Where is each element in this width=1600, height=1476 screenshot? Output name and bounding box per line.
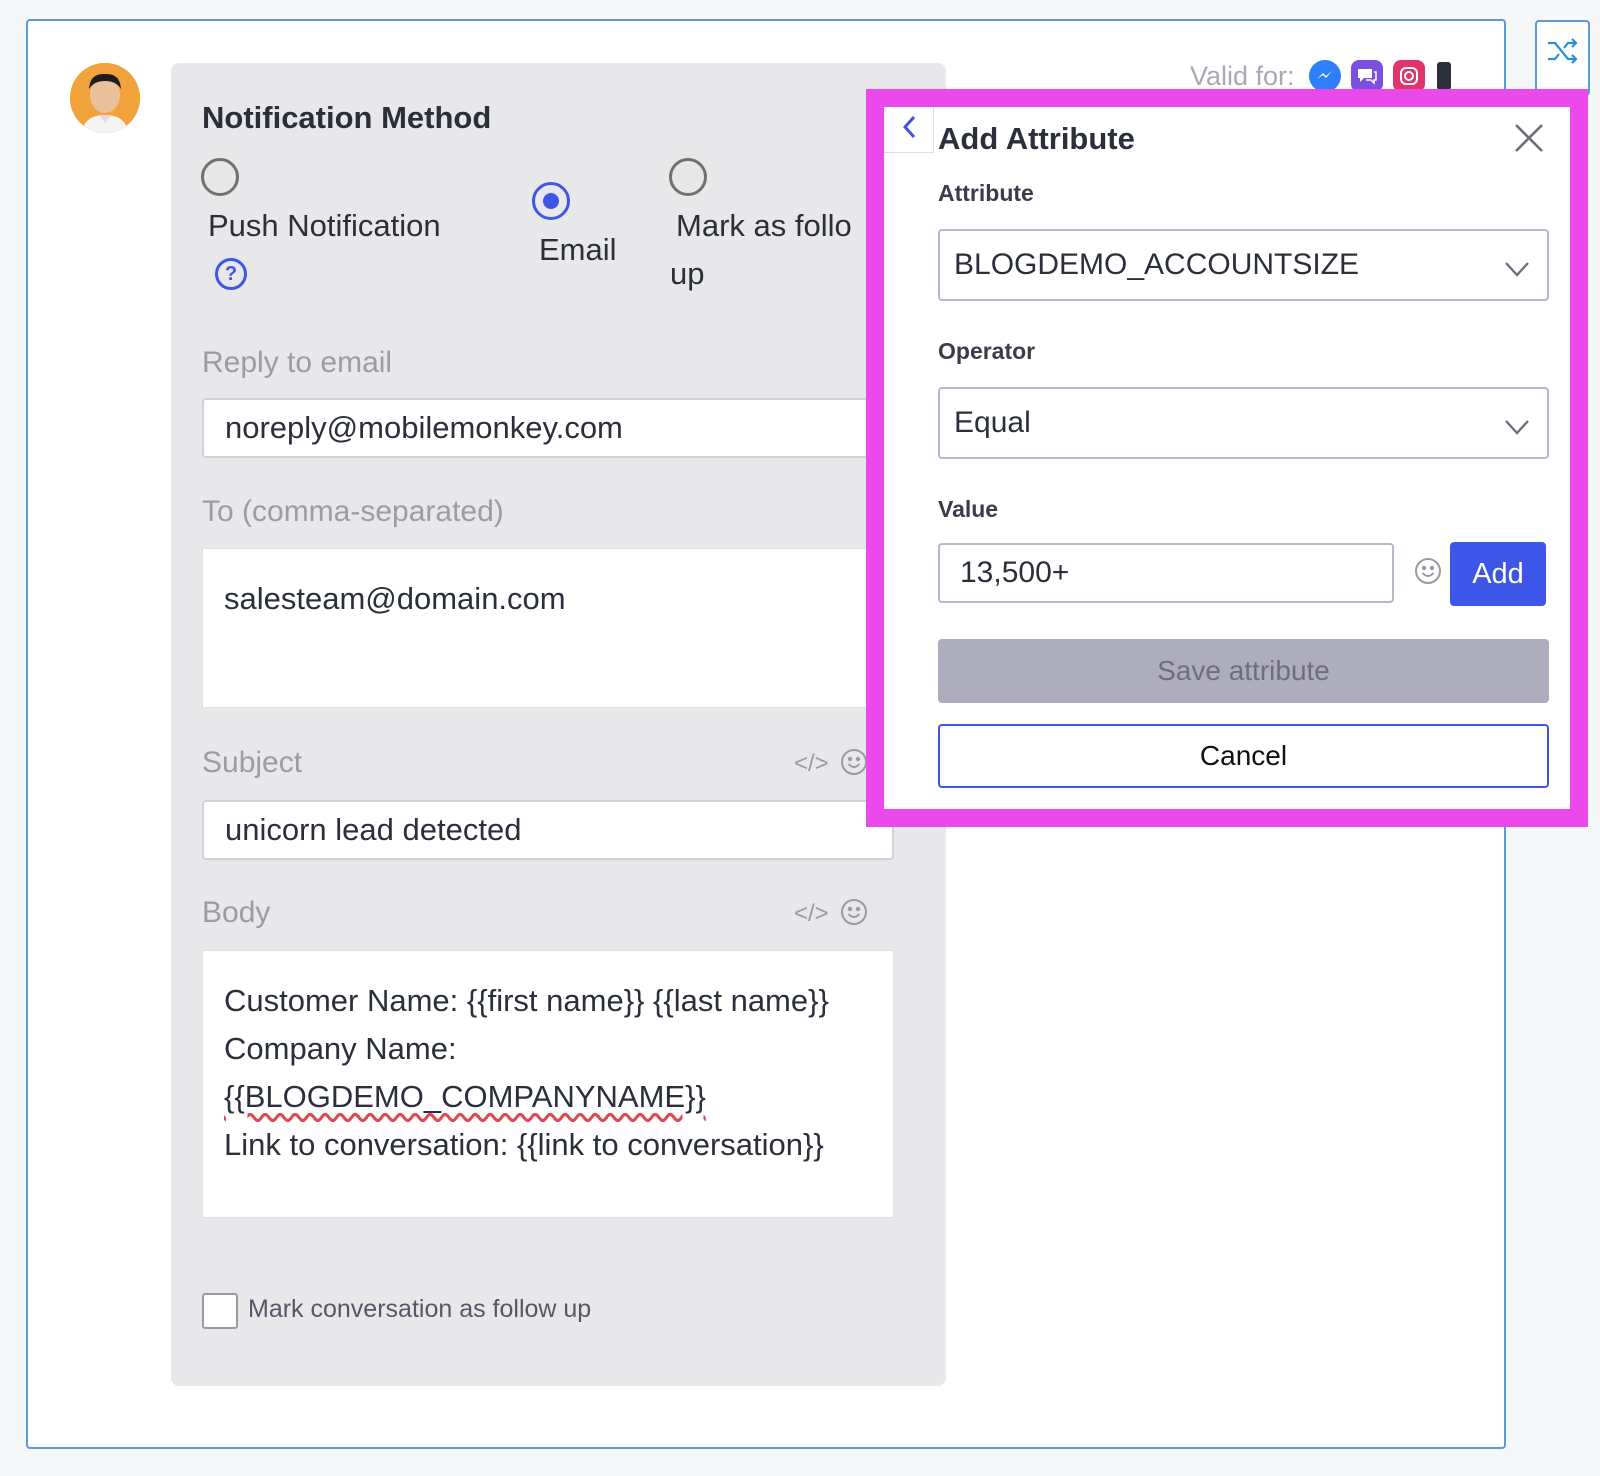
operator-value: Equal bbox=[954, 406, 1031, 439]
chevron-left-icon bbox=[901, 114, 917, 145]
help-icon[interactable]: ? bbox=[215, 258, 247, 290]
body-line: Customer Name: {{first name}} {{last nam… bbox=[224, 983, 829, 1018]
body-label: Body bbox=[202, 896, 271, 929]
chevron-down-icon bbox=[1503, 253, 1531, 287]
follow-up-checkbox[interactable] bbox=[202, 1293, 238, 1329]
messenger-icon bbox=[1308, 60, 1341, 92]
back-button[interactable] bbox=[884, 107, 934, 153]
emoji-icon[interactable] bbox=[1414, 557, 1442, 590]
code-icon[interactable]: </> bbox=[794, 900, 829, 928]
save-attribute-button[interactable]: Save attribute bbox=[938, 639, 1549, 703]
body-line: {{BLOGDEMO_COMPANYNAME}} bbox=[224, 1079, 706, 1114]
operator-select[interactable]: Equal bbox=[938, 387, 1549, 459]
subject-label: Subject bbox=[202, 746, 303, 779]
close-icon bbox=[1512, 124, 1546, 159]
follow-up-label: Mark conversation as follow up bbox=[248, 1295, 592, 1323]
radio-mark-follow-up[interactable] bbox=[669, 158, 707, 196]
emoji-icon[interactable] bbox=[840, 898, 868, 933]
push-notification-label: Push Notification bbox=[208, 208, 441, 243]
shuffle-button[interactable] bbox=[1535, 20, 1590, 96]
emoji-icon[interactable] bbox=[840, 748, 868, 783]
valid-for: Valid for: bbox=[1190, 60, 1453, 92]
radio-push-notification[interactable] bbox=[201, 158, 239, 196]
mark-follow-up-label-line1: Mark as follo bbox=[676, 208, 852, 243]
chat-icon bbox=[1350, 60, 1383, 92]
shuffle-icon bbox=[1546, 36, 1580, 71]
value-label: Value bbox=[938, 496, 999, 522]
add-button[interactable]: Add bbox=[1450, 542, 1546, 606]
valid-for-label: Valid for: bbox=[1190, 60, 1295, 91]
to-value: salesteam@domain.com bbox=[224, 581, 566, 616]
body-line: Company Name: bbox=[224, 1031, 457, 1066]
value-input[interactable]: 13,500+ bbox=[938, 543, 1394, 603]
to-textarea[interactable]: salesteam@domain.com bbox=[202, 548, 894, 708]
body-textarea[interactable]: Customer Name: {{first name}} {{last nam… bbox=[202, 950, 894, 1218]
phone-icon bbox=[1435, 60, 1453, 92]
radio-email[interactable] bbox=[532, 182, 570, 220]
chevron-down-icon bbox=[1503, 411, 1531, 445]
attribute-label: Attribute bbox=[938, 180, 1034, 206]
instagram-icon bbox=[1392, 60, 1425, 92]
reply-to-input[interactable]: noreply@mobilemonkey.com bbox=[202, 398, 894, 458]
operator-label: Operator bbox=[938, 338, 1036, 364]
attribute-value: BLOGDEMO_ACCOUNTSIZE bbox=[954, 248, 1360, 281]
cancel-button[interactable]: Cancel bbox=[938, 724, 1549, 788]
reply-to-label: Reply to email bbox=[202, 346, 393, 379]
email-label: Email bbox=[539, 232, 617, 267]
mark-follow-up-label-line2: up bbox=[670, 256, 705, 291]
close-button[interactable] bbox=[1512, 121, 1546, 155]
code-icon[interactable]: </> bbox=[794, 750, 829, 778]
notification-method-title: Notification Method bbox=[202, 100, 492, 135]
body-line: Link to conversation: {{link to conversa… bbox=[224, 1127, 824, 1162]
subject-input[interactable]: unicorn lead detected bbox=[202, 800, 894, 860]
add-attribute-modal: Add Attribute Attribute BLOGDEMO_ACCOUNT… bbox=[866, 89, 1588, 827]
modal-title: Add Attribute bbox=[938, 121, 1135, 156]
attribute-select[interactable]: BLOGDEMO_ACCOUNTSIZE bbox=[938, 229, 1549, 301]
to-label: To (comma-separated) bbox=[202, 495, 504, 528]
avatar bbox=[70, 63, 140, 133]
